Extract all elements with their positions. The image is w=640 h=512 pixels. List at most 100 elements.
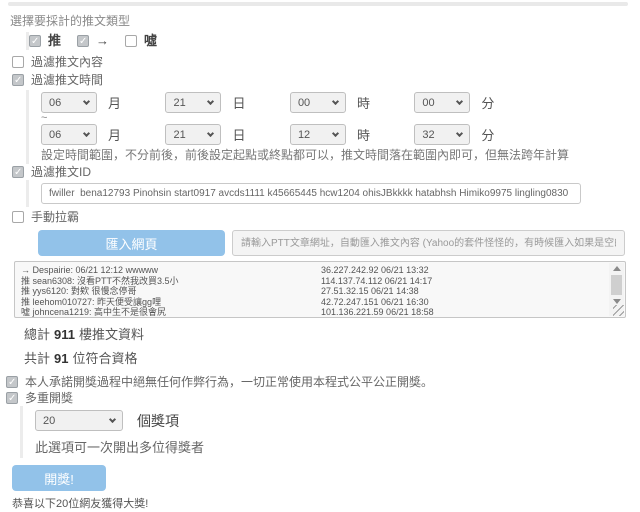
stat-prefix: 共計 [24,351,50,366]
stat-suffix: 位符合資格 [72,351,137,366]
manual-slot-checkbox[interactable] [12,211,24,223]
from-month-value: 06 [49,97,61,109]
comment-meta: 36.227.242.92 06/21 13:32 [321,265,429,276]
total-comments-stat: 總計 911 樓推文資料 [24,327,640,342]
import-row: 匯入網頁 [38,230,625,256]
filter-content-row: 過濾推文內容 [12,56,640,68]
from-day-select[interactable]: 21 [165,92,221,113]
qualified-stat: 共計 91 位符合資格 [24,351,640,366]
push-type-group: 推 → 噓 [26,32,640,50]
comment-meta: 101.136.221.59 06/21 18:58 [321,307,434,318]
chevron-down-icon [332,129,339,136]
stat-suffix: 樓推文資料 [79,327,144,342]
prize-unit-label: 個獎項 [137,411,179,431]
comments-textarea[interactable]: → Despairie: 06/21 12:12 wwwww 36.227.24… [14,261,626,318]
scroll-up-icon[interactable] [613,266,621,271]
arrow-checkbox-label: → [96,35,109,47]
to-day-value: 21 [173,129,185,141]
from-day-value: 21 [173,97,185,109]
multi-draw-label: 多重開獎 [25,392,73,404]
chevron-down-icon [332,97,339,104]
stat-prefix: 總計 [24,327,50,342]
to-hour-value: 12 [298,129,310,141]
filter-time-row: 過濾推文時間 [12,74,640,86]
from-minute-select[interactable]: 00 [414,92,470,113]
to-minute-select[interactable]: 32 [414,124,470,145]
total-comments-count: 911 [54,327,75,342]
comment-line: → Despairie: 06/21 12:12 wwwww 36.227.24… [21,265,603,276]
time-to-row: 06 月 21 日 12 時 32 分 [41,124,640,145]
manual-slot-row: 手動拉霸 [12,211,640,223]
comments-content: → Despairie: 06/21 12:12 wwwww 36.227.24… [15,262,625,321]
comment-text: 噓 johncena1219: 高中生不是很會尻 [21,307,321,318]
filter-content-checkbox[interactable] [12,56,24,68]
multi-draw-checkbox[interactable] [6,392,18,404]
filter-id-row: 過濾推文ID [12,166,640,178]
filter-time-label: 過濾推文時間 [31,74,103,86]
to-minute-value: 32 [422,129,434,141]
time-range-block: 06 月 21 日 00 時 00 分 ~ [26,90,640,164]
scrollbar-thumb[interactable] [611,275,622,295]
day-unit-label: 日 [232,93,245,112]
multi-draw-row: 多重開獎 [6,392,640,404]
filter-content-label: 過濾推文內容 [31,56,103,68]
chevron-down-icon [456,129,463,136]
chevron-down-icon [456,97,463,104]
prize-count-select[interactable]: 20 [35,410,123,431]
multi-draw-note: 此選項可一次開出多位得獎者 [35,437,640,456]
ptt-url-input[interactable] [232,230,625,256]
hour-unit-label: 時 [357,125,370,144]
from-hour-value: 00 [298,97,310,109]
to-month-value: 06 [49,129,61,141]
arrow-checkbox[interactable] [77,35,89,47]
comment-line: 推 leehom010727: 昨天便受讓gg哩 42.72.247.151 0… [21,297,603,308]
draw-button[interactable]: 開獎! [12,465,106,491]
comment-text: 推 sean6308: 沒看PTT不然我改買3.5小 [21,276,321,287]
range-separator: ~ [41,114,640,123]
month-unit-label: 月 [108,93,121,112]
from-minute-value: 00 [422,97,434,109]
comment-text: 推 leehom010727: 昨天便受讓gg哩 [21,297,321,308]
hour-unit-label: 時 [357,93,370,112]
comment-text: → Despairie: 06/21 12:12 wwwww [21,265,321,276]
comment-meta: 114.137.74.112 06/21 14:17 [321,276,432,287]
import-page-button[interactable]: 匯入網頁 [38,230,225,256]
from-hour-select[interactable]: 00 [290,92,346,113]
push-checkbox[interactable] [29,35,41,47]
comment-meta: 42.72.247.151 06/21 16:30 [321,297,429,308]
qualified-count: 91 [54,351,68,366]
resize-grip-icon[interactable] [613,305,624,316]
prize-count-value: 20 [43,415,55,427]
to-day-select[interactable]: 21 [165,124,221,145]
winners-heading: 恭喜以下20位網友獲得大獎! [12,498,640,511]
minute-unit-label: 分 [481,93,494,112]
day-unit-label: 日 [232,125,245,144]
push-checkbox-label: 推 [48,35,61,47]
comment-line: 推 sean6308: 沒看PTT不然我改買3.5小 114.137.74.11… [21,276,603,287]
minute-unit-label: 分 [481,125,494,144]
id-filter-block [26,180,640,207]
comment-text: 推 yys6120: 對欸 很慢念停哥 [21,286,321,297]
comment-line: 推 yys6120: 對欸 很慢念停哥 27.51.32.15 06/21 14… [21,286,603,297]
id-filter-input[interactable] [41,183,581,204]
chevron-down-icon [83,129,90,136]
to-hour-select[interactable]: 12 [290,124,346,145]
from-month-select[interactable]: 06 [41,92,97,113]
promise-row: 本人承諾開獎過程中絕無任何作弊行為，一切正常使用本程式公平公正開獎。 [6,376,640,388]
filter-time-checkbox[interactable] [12,74,24,86]
to-month-select[interactable]: 06 [41,124,97,145]
boo-checkbox-label: 噓 [144,35,157,47]
manual-slot-label: 手動拉霸 [31,211,79,223]
boo-checkbox[interactable] [125,35,137,47]
promise-label: 本人承諾開獎過程中絕無任何作弊行為，一切正常使用本程式公平公正開獎。 [25,376,433,388]
time-from-row: 06 月 21 日 00 時 00 分 [41,92,640,113]
chevron-down-icon [207,97,214,104]
comment-meta: 27.51.32.15 06/21 14:38 [321,286,419,297]
promise-checkbox[interactable] [6,376,18,388]
top-divider [8,2,628,6]
scroll-down-icon[interactable] [613,299,621,304]
push-type-section-title: 選擇要採計的推文類型 [10,14,640,28]
chevron-down-icon [207,129,214,136]
filter-id-checkbox[interactable] [12,166,24,178]
filter-id-label: 過濾推文ID [31,166,91,178]
